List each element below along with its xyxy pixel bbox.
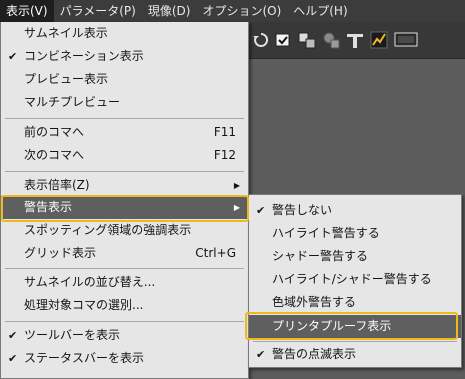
menu-item-blink-warning[interactable]: ✔ 警告の点滅表示 bbox=[249, 343, 461, 366]
menu-item-label: プリンタプルーフ表示 bbox=[272, 319, 392, 333]
menu-item-label: マルチプレビュー bbox=[24, 95, 121, 109]
menu-item-grid-display[interactable]: グリッド表示 Ctrl+G bbox=[1, 242, 248, 265]
toolbar bbox=[248, 22, 465, 59]
batch-settings-icon[interactable] bbox=[322, 31, 340, 49]
menu-item-label: 色域外警告する bbox=[272, 295, 357, 309]
menu-item-no-warning[interactable]: ✔ 警告しない bbox=[249, 199, 461, 222]
menu-options[interactable]: オプション(O) bbox=[196, 0, 287, 22]
menu-separator bbox=[253, 341, 457, 342]
menu-item-shadow-warning[interactable]: シャドー警告する bbox=[249, 245, 461, 268]
submenu-arrow-icon: ▶ bbox=[233, 181, 240, 190]
menu-item-label: 表示倍率(Z) bbox=[24, 178, 90, 192]
check-icon: ✔ bbox=[8, 352, 18, 365]
menu-bar: 表示(V) パラメータ(P) 現像(D) オプション(O) ヘルプ(H) bbox=[0, 0, 465, 23]
check-icon: ✔ bbox=[8, 50, 18, 63]
menu-item-label: ハイライト警告する bbox=[272, 226, 380, 240]
menu-item-label: 警告しない bbox=[272, 203, 333, 217]
menu-item-label: 警告の点滅表示 bbox=[272, 347, 357, 361]
checkbox-icon[interactable] bbox=[274, 31, 292, 49]
menu-item-label: ハイライト/シャドー警告する bbox=[272, 272, 432, 286]
save-settings-icon[interactable] bbox=[298, 31, 316, 49]
menu-item-label: シャドー警告する bbox=[272, 249, 369, 263]
brush-tool-icon[interactable] bbox=[370, 31, 388, 49]
menu-item-preview-view[interactable]: プレビュー表示 bbox=[1, 68, 248, 91]
menu-item-label: 次のコマへ bbox=[24, 148, 85, 162]
spotting-tool-icon[interactable] bbox=[346, 31, 364, 49]
menu-item-select-frames[interactable]: 処理対象コマの選別... bbox=[1, 294, 248, 317]
warning-submenu: ✔ 警告しない ハイライト警告する シャドー警告する ハイライト/シャドー警告す… bbox=[248, 194, 462, 368]
view-menu-dropdown: サムネイル表示 ✔ コンビネーション表示 プレビュー表示 マルチプレビュー 前の… bbox=[0, 22, 249, 379]
menu-parameter[interactable]: パラメータ(P) bbox=[54, 0, 142, 22]
menu-item-label: サムネイル表示 bbox=[24, 26, 108, 40]
menu-item-shortcut: F11 bbox=[213, 125, 236, 139]
menu-separator bbox=[5, 171, 244, 172]
menu-separator bbox=[5, 321, 244, 322]
menu-item-highlight-shadow-warning[interactable]: ハイライト/シャドー警告する bbox=[249, 268, 461, 291]
menu-item-spotting-highlight[interactable]: スポッティング領域の強調表示 bbox=[1, 219, 248, 242]
menu-item-thumbnail-view[interactable]: サムネイル表示 bbox=[1, 22, 248, 45]
menu-separator bbox=[5, 118, 244, 119]
menu-item-label: コンビネーション表示 bbox=[24, 49, 144, 63]
menu-item-label: 処理対象コマの選別... bbox=[24, 298, 144, 312]
monitor-icon[interactable] bbox=[394, 31, 418, 49]
check-icon: ✔ bbox=[256, 204, 266, 217]
menu-develop[interactable]: 現像(D) bbox=[142, 0, 197, 22]
menu-item-label: 警告表示 bbox=[24, 200, 73, 214]
menu-item-label: 前のコマへ bbox=[24, 125, 85, 139]
menu-item-label: グリッド表示 bbox=[24, 246, 97, 260]
menu-item-previous-frame[interactable]: 前のコマへ F11 bbox=[1, 121, 248, 144]
menu-item-printer-proof[interactable]: プリンタプルーフ表示 bbox=[249, 315, 461, 338]
menu-item-label: ステータスバーを表示 bbox=[24, 351, 145, 365]
menu-item-warning-display[interactable]: 警告表示 ▶ bbox=[1, 196, 248, 219]
menu-help[interactable]: ヘルプ(H) bbox=[287, 0, 353, 22]
submenu-arrow-icon: ▶ bbox=[233, 203, 240, 212]
menu-item-shortcut: Ctrl+G bbox=[195, 246, 236, 260]
menu-item-shortcut: F12 bbox=[213, 148, 236, 162]
menu-item-multi-preview[interactable]: マルチプレビュー bbox=[1, 91, 248, 114]
menu-item-zoom[interactable]: 表示倍率(Z) ▶ bbox=[1, 174, 248, 197]
rotate-icon[interactable] bbox=[252, 31, 270, 49]
menu-item-highlight-warning[interactable]: ハイライト警告する bbox=[249, 222, 461, 245]
menu-item-out-of-gamut-warning[interactable]: 色域外警告する bbox=[249, 291, 461, 314]
menu-item-label: プレビュー表示 bbox=[24, 72, 109, 86]
menu-item-sort-thumbnails[interactable]: サムネイルの並び替え... bbox=[1, 271, 248, 294]
menu-view[interactable]: 表示(V) bbox=[0, 0, 54, 22]
menu-item-show-toolbar[interactable]: ✔ ツールバーを表示 bbox=[1, 324, 248, 347]
menu-item-combination-view[interactable]: ✔ コンビネーション表示 bbox=[1, 45, 248, 68]
menu-item-next-frame[interactable]: 次のコマへ F12 bbox=[1, 144, 248, 167]
menu-item-label: ツールバーを表示 bbox=[24, 328, 121, 342]
menu-item-label: サムネイルの並び替え... bbox=[24, 275, 156, 289]
check-icon: ✔ bbox=[256, 348, 266, 361]
menu-item-show-statusbar[interactable]: ✔ ステータスバーを表示 bbox=[1, 347, 248, 370]
menu-item-label: スポッティング領域の強調表示 bbox=[24, 223, 192, 237]
check-icon: ✔ bbox=[8, 329, 18, 342]
menu-separator bbox=[5, 268, 244, 269]
